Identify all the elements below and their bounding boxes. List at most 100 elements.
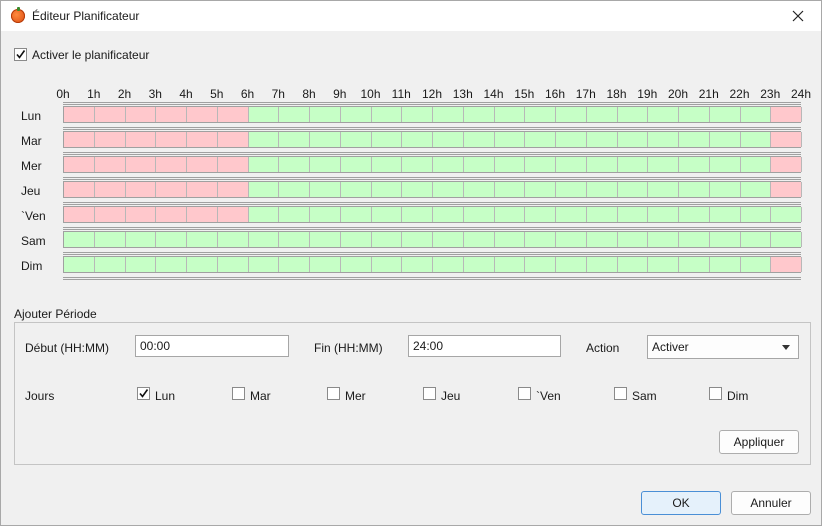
active-hour-cell[interactable] xyxy=(279,157,310,172)
inactive-hour-cell[interactable] xyxy=(771,182,802,197)
inactive-hour-cell[interactable] xyxy=(64,107,95,122)
inactive-hour-cell[interactable] xyxy=(771,257,802,272)
active-hour-cell[interactable] xyxy=(64,257,95,272)
active-hour-cell[interactable] xyxy=(494,132,526,147)
day-checkbox[interactable] xyxy=(614,387,627,400)
active-hour-cell[interactable] xyxy=(125,232,157,247)
inactive-hour-cell[interactable] xyxy=(187,132,218,147)
active-hour-cell[interactable] xyxy=(556,207,587,222)
active-hour-cell[interactable] xyxy=(709,232,741,247)
active-hour-cell[interactable] xyxy=(679,232,710,247)
active-hour-cell[interactable] xyxy=(525,107,556,122)
active-hour-cell[interactable] xyxy=(463,182,495,197)
active-hour-cell[interactable] xyxy=(740,207,772,222)
active-hour-cell[interactable] xyxy=(494,232,526,247)
inactive-hour-cell[interactable] xyxy=(94,182,126,197)
active-hour-cell[interactable] xyxy=(556,107,587,122)
active-hour-cell[interactable] xyxy=(156,232,187,247)
inactive-hour-cell[interactable] xyxy=(217,157,249,172)
active-hour-cell[interactable] xyxy=(94,232,126,247)
active-hour-cell[interactable] xyxy=(740,257,772,272)
ok-button[interactable]: OK xyxy=(641,491,721,515)
active-hour-cell[interactable] xyxy=(371,157,403,172)
active-hour-cell[interactable] xyxy=(433,207,464,222)
active-hour-cell[interactable] xyxy=(279,257,310,272)
active-hour-cell[interactable] xyxy=(248,182,280,197)
active-hour-cell[interactable] xyxy=(371,132,403,147)
close-button[interactable] xyxy=(775,1,821,31)
inactive-hour-cell[interactable] xyxy=(156,132,187,147)
active-hour-cell[interactable] xyxy=(679,182,710,197)
active-hour-cell[interactable] xyxy=(525,207,556,222)
active-hour-cell[interactable] xyxy=(617,182,649,197)
active-hour-cell[interactable] xyxy=(402,257,433,272)
active-hour-cell[interactable] xyxy=(463,257,495,272)
active-hour-cell[interactable] xyxy=(617,257,649,272)
inactive-hour-cell[interactable] xyxy=(187,182,218,197)
active-hour-cell[interactable] xyxy=(586,157,618,172)
active-hour-cell[interactable] xyxy=(494,207,526,222)
active-hour-cell[interactable] xyxy=(94,257,126,272)
active-hour-cell[interactable] xyxy=(433,232,464,247)
active-hour-cell[interactable] xyxy=(709,107,741,122)
active-hour-cell[interactable] xyxy=(310,182,341,197)
active-hour-cell[interactable] xyxy=(494,107,526,122)
active-hour-cell[interactable] xyxy=(617,132,649,147)
active-hour-cell[interactable] xyxy=(433,182,464,197)
active-hour-cell[interactable] xyxy=(709,157,741,172)
inactive-hour-cell[interactable] xyxy=(187,207,218,222)
inactive-hour-cell[interactable] xyxy=(156,157,187,172)
active-hour-cell[interactable] xyxy=(586,207,618,222)
active-hour-cell[interactable] xyxy=(586,232,618,247)
active-hour-cell[interactable] xyxy=(340,232,372,247)
active-hour-cell[interactable] xyxy=(433,157,464,172)
active-hour-cell[interactable] xyxy=(648,207,679,222)
inactive-hour-cell[interactable] xyxy=(771,157,802,172)
active-hour-cell[interactable] xyxy=(371,182,403,197)
active-hour-cell[interactable] xyxy=(310,107,341,122)
active-hour-cell[interactable] xyxy=(433,132,464,147)
active-hour-cell[interactable] xyxy=(679,257,710,272)
active-hour-cell[interactable] xyxy=(433,257,464,272)
active-hour-cell[interactable] xyxy=(433,107,464,122)
active-hour-cell[interactable] xyxy=(217,257,249,272)
active-hour-cell[interactable] xyxy=(371,107,403,122)
active-hour-cell[interactable] xyxy=(709,132,741,147)
inactive-hour-cell[interactable] xyxy=(64,132,95,147)
active-hour-cell[interactable] xyxy=(740,107,772,122)
active-hour-cell[interactable] xyxy=(709,257,741,272)
active-hour-cell[interactable] xyxy=(279,207,310,222)
active-hour-cell[interactable] xyxy=(371,207,403,222)
inactive-hour-cell[interactable] xyxy=(217,107,249,122)
inactive-hour-cell[interactable] xyxy=(187,107,218,122)
active-hour-cell[interactable] xyxy=(771,232,802,247)
active-hour-cell[interactable] xyxy=(617,207,649,222)
action-select[interactable]: Activer xyxy=(647,335,799,359)
active-hour-cell[interactable] xyxy=(402,207,433,222)
active-hour-cell[interactable] xyxy=(279,232,310,247)
active-hour-cell[interactable] xyxy=(740,232,772,247)
active-hour-cell[interactable] xyxy=(740,132,772,147)
day-checkbox[interactable] xyxy=(232,387,245,400)
active-hour-cell[interactable] xyxy=(679,207,710,222)
active-hour-cell[interactable] xyxy=(494,157,526,172)
active-hour-cell[interactable] xyxy=(525,257,556,272)
active-hour-cell[interactable] xyxy=(402,232,433,247)
active-hour-cell[interactable] xyxy=(248,157,280,172)
active-hour-cell[interactable] xyxy=(556,132,587,147)
active-hour-cell[interactable] xyxy=(556,257,587,272)
active-hour-cell[interactable] xyxy=(187,232,218,247)
active-hour-cell[interactable] xyxy=(217,232,249,247)
active-hour-cell[interactable] xyxy=(340,257,372,272)
active-hour-cell[interactable] xyxy=(679,107,710,122)
active-hour-cell[interactable] xyxy=(709,182,741,197)
cancel-button[interactable]: Annuler xyxy=(731,491,811,515)
active-hour-cell[interactable] xyxy=(310,232,341,247)
active-hour-cell[interactable] xyxy=(248,257,280,272)
active-hour-cell[interactable] xyxy=(525,182,556,197)
active-hour-cell[interactable] xyxy=(679,157,710,172)
active-hour-cell[interactable] xyxy=(525,157,556,172)
day-checkbox[interactable] xyxy=(423,387,436,400)
active-hour-cell[interactable] xyxy=(586,182,618,197)
active-hour-cell[interactable] xyxy=(463,232,495,247)
